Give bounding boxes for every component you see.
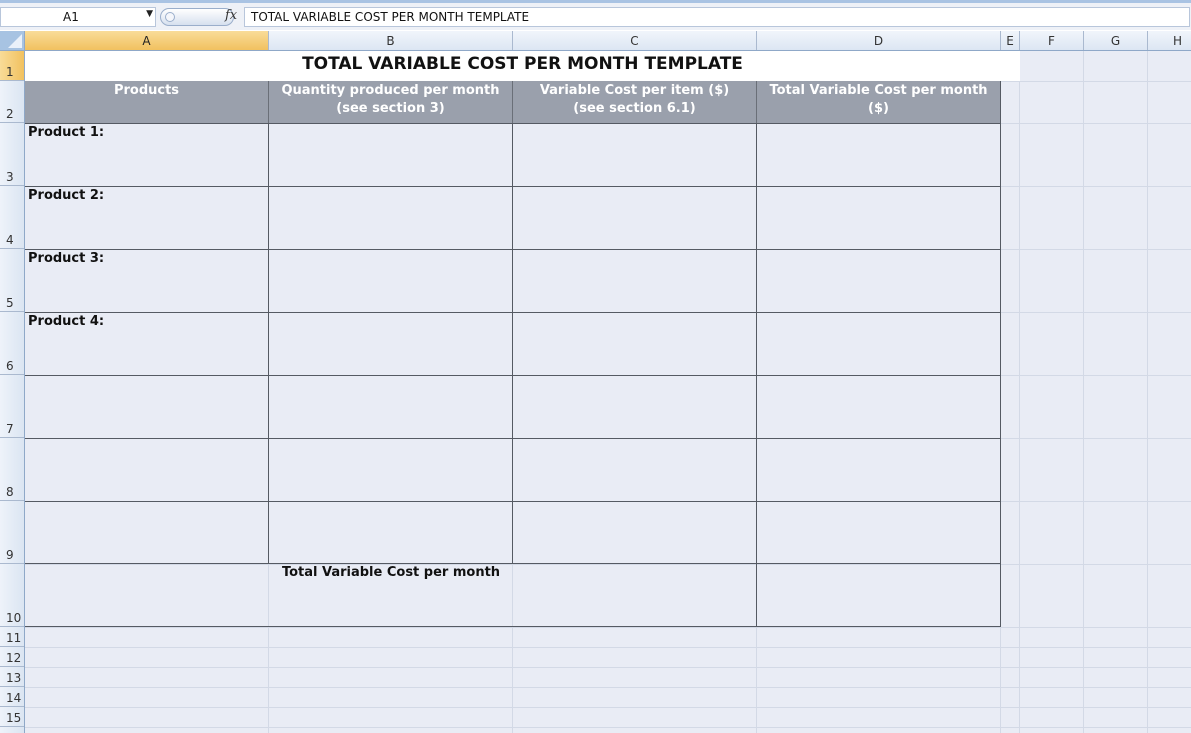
row-header-6[interactable]: 6 xyxy=(0,312,24,375)
row-header-10[interactable]: 10 xyxy=(0,564,24,627)
row-header-11[interactable]: 11 xyxy=(0,627,24,647)
name-box-value: A1 xyxy=(63,10,79,24)
row-header-4[interactable]: 4 xyxy=(0,186,24,249)
product-2-label[interactable]: Product 2: xyxy=(28,188,104,203)
row-number: 5 xyxy=(6,296,14,310)
worksheet-grid[interactable]: TOTAL VARIABLE COST PER MONTH TEMPLATE P… xyxy=(25,51,1191,733)
header-quantity[interactable]: Quantity produced per month (see section… xyxy=(269,81,513,123)
header-products[interactable]: Products xyxy=(25,81,269,123)
row-header-2[interactable]: 2 xyxy=(0,81,24,123)
formula-input[interactable]: TOTAL VARIABLE COST PER MONTH TEMPLATE xyxy=(244,7,1190,27)
row-header-1[interactable]: 1 xyxy=(0,51,24,81)
column-header-f[interactable]: F xyxy=(1020,31,1084,50)
formula-bar-expand-handle[interactable] xyxy=(160,8,234,26)
row-number: 4 xyxy=(6,233,14,247)
row-header-bar: 1 2 3 4 5 6 7 8 9 10 11 12 13 14 15 xyxy=(0,51,25,733)
row-number: 9 xyxy=(6,548,14,562)
header-products-label: Products xyxy=(113,83,180,98)
row-header-9[interactable]: 9 xyxy=(0,501,24,564)
insert-function-icon[interactable]: fx xyxy=(225,8,237,23)
row-number: 3 xyxy=(6,170,14,184)
row-number: 14 xyxy=(6,691,22,705)
row-number: 8 xyxy=(6,485,14,499)
column-header-d[interactable]: D xyxy=(757,31,1001,50)
header-variable-line1: Variable Cost per item ($) xyxy=(539,83,730,98)
name-box[interactable]: A1 ▼ xyxy=(0,7,156,27)
product-1-label[interactable]: Product 1: xyxy=(28,125,104,140)
row-number: 13 xyxy=(6,671,22,685)
function-area: fx xyxy=(160,7,244,27)
header-variable-cost[interactable]: Variable Cost per item ($) (see section … xyxy=(513,81,757,123)
header-quantity-line1: Quantity produced per month xyxy=(281,83,500,98)
knob-icon xyxy=(165,12,175,22)
header-quantity-line2: (see section 3) xyxy=(336,101,445,116)
row-header-5[interactable]: 5 xyxy=(0,249,24,312)
header-total-cost[interactable]: Total Variable Cost per month ($) xyxy=(757,81,1001,123)
row-number: 11 xyxy=(6,631,22,645)
column-header-a[interactable]: A xyxy=(25,31,269,50)
row-number: 12 xyxy=(6,651,22,665)
column-header-bar: A B C D E F G H xyxy=(25,31,1191,51)
sheet-title[interactable]: TOTAL VARIABLE COST PER MONTH TEMPLATE xyxy=(25,51,1020,81)
select-all-icon xyxy=(8,34,22,48)
column-header-e[interactable]: E xyxy=(1001,31,1020,50)
row-header-8[interactable]: 8 xyxy=(0,438,24,501)
column-header-b[interactable]: B xyxy=(269,31,513,50)
row-header-7[interactable]: 7 xyxy=(0,375,24,438)
row-header-14[interactable]: 14 xyxy=(0,687,24,707)
row-number: 15 xyxy=(6,711,22,725)
row-number: 10 xyxy=(6,611,22,625)
formula-bar: A1 ▼ fx TOTAL VARIABLE COST PER MONTH TE… xyxy=(0,0,1191,30)
column-header-h[interactable]: H xyxy=(1148,31,1191,50)
select-all-button[interactable] xyxy=(0,31,25,51)
row-header-12[interactable]: 12 xyxy=(0,647,24,667)
column-header-c[interactable]: C xyxy=(513,31,757,50)
row-number: 1 xyxy=(6,65,14,79)
row-number: 7 xyxy=(6,422,14,436)
header-total-label: Total Variable Cost per month ($) xyxy=(769,83,988,116)
chevron-down-icon[interactable]: ▼ xyxy=(146,9,153,19)
row-header-15[interactable]: 15 xyxy=(0,707,24,727)
total-variable-cost-label[interactable]: Total Variable Cost per month xyxy=(269,565,513,580)
product-4-label[interactable]: Product 4: xyxy=(28,314,104,329)
row-header-3[interactable]: 3 xyxy=(0,123,24,186)
product-3-label[interactable]: Product 3: xyxy=(28,251,104,266)
row-number: 2 xyxy=(6,107,14,121)
row-header-13[interactable]: 13 xyxy=(0,667,24,687)
column-header-g[interactable]: G xyxy=(1084,31,1148,50)
row-number: 6 xyxy=(6,359,14,373)
header-variable-line2: (see section 6.1) xyxy=(573,101,696,116)
